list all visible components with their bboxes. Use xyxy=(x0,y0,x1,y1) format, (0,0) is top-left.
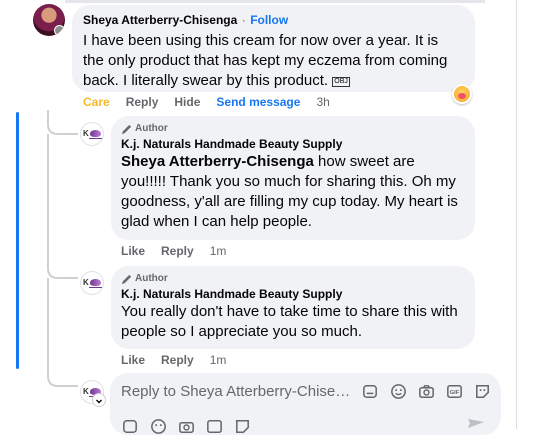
author-badge: Author xyxy=(121,272,463,286)
pencil-icon xyxy=(121,274,132,284)
reply-author[interactable]: K.j. Naturals Handmade Beauty Supply xyxy=(121,286,463,302)
avatar-sheya[interactable] xyxy=(33,4,65,36)
reply-button[interactable]: Reply xyxy=(161,244,194,258)
comment-actions: Care Reply Hide Send message 3h xyxy=(83,95,346,109)
timestamp[interactable]: 3h xyxy=(316,95,329,109)
top-divider xyxy=(65,0,485,3)
reply-actions: Like Reply 1m xyxy=(121,353,242,367)
follow-button[interactable]: Follow xyxy=(250,13,288,27)
sticker-icon[interactable] xyxy=(121,417,140,436)
gif-icon[interactable]: GIF xyxy=(445,382,464,401)
camera-icon[interactable] xyxy=(177,417,196,436)
gif-icon[interactable] xyxy=(205,417,224,436)
emoji-icon[interactable] xyxy=(149,417,168,436)
sticker-icon[interactable] xyxy=(361,382,380,401)
reply-placeholder: Reply to Sheya Atterberry-Chisenga... xyxy=(121,383,351,400)
send-message-button[interactable]: Send message xyxy=(216,95,300,109)
like-button[interactable]: Like xyxy=(121,244,145,258)
thread-connectors xyxy=(47,110,78,387)
separator: · xyxy=(241,13,246,27)
thread-highlight xyxy=(16,112,19,369)
reply-bubble: Author K.j. Naturals Handmade Beauty Sup… xyxy=(111,116,475,240)
like-button[interactable]: Like xyxy=(121,353,145,367)
comment-author[interactable]: Sheya Atterberry-Chisenga xyxy=(83,13,237,27)
send-icon[interactable] xyxy=(467,418,485,429)
reply-actions: Like Reply 1m xyxy=(121,244,242,258)
reply-input[interactable]: Reply to Sheya Atterberry-Chisenga... GI… xyxy=(110,373,501,435)
emoji-icon[interactable] xyxy=(389,382,408,401)
comment-bubble: Sheya Atterberry-Chisenga · Follow I hav… xyxy=(72,5,475,92)
avatar-sticker-icon[interactable] xyxy=(473,382,492,401)
pencil-icon xyxy=(121,124,132,134)
reply-button[interactable]: Reply xyxy=(126,95,159,109)
reply-button[interactable]: Reply xyxy=(161,353,194,367)
reply-bubble: Author K.j. Naturals Handmade Beauty Sup… xyxy=(111,266,475,349)
chevron-down-icon[interactable] xyxy=(93,394,105,406)
comment-text: I have been using this cream for now ove… xyxy=(83,32,448,89)
status-dot xyxy=(54,25,65,36)
hide-button[interactable]: Hide xyxy=(174,95,200,109)
composer-tools: GIF xyxy=(361,382,492,401)
timestamp[interactable]: 1m xyxy=(210,244,227,258)
svg-text:GIF: GIF xyxy=(450,390,460,396)
reaction-emoji-icon[interactable] xyxy=(452,84,472,104)
reply-text: You really don't have to take time to sh… xyxy=(121,303,458,340)
reply-author[interactable]: K.j. Naturals Handmade Beauty Supply xyxy=(121,136,463,152)
avatar-sticker-icon[interactable] xyxy=(233,417,252,436)
mention-link[interactable]: Sheya Atterberry-Chisenga xyxy=(121,153,314,170)
camera-icon[interactable] xyxy=(417,382,436,401)
feed-edge xyxy=(516,0,517,429)
avatar-kj-naturals[interactable]: K xyxy=(80,122,104,146)
care-button[interactable]: Care xyxy=(83,95,110,109)
timestamp[interactable]: 1m xyxy=(210,353,227,367)
composer-tools-secondary xyxy=(121,417,252,436)
object-glyph: OBJ xyxy=(332,77,350,87)
avatar-kj-naturals[interactable]: K xyxy=(80,271,104,295)
author-badge: Author xyxy=(121,122,463,136)
